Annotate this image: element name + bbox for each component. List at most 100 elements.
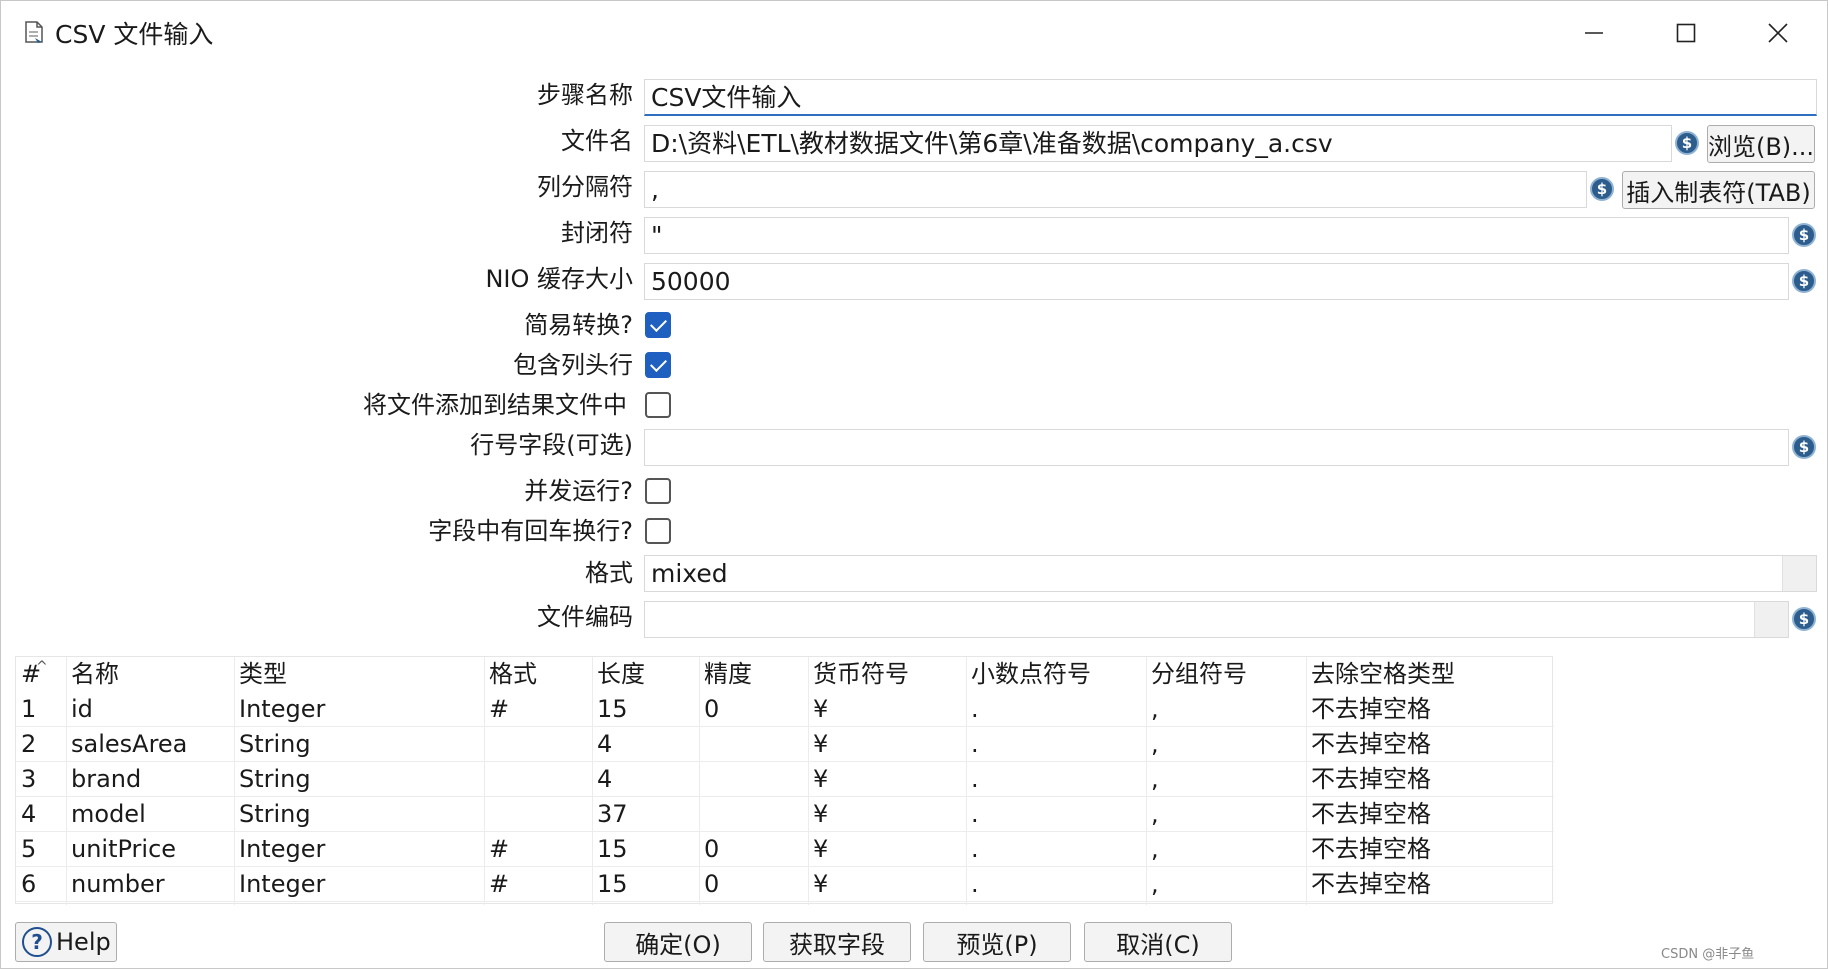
filename-input[interactable]: D:\资料\ETL\教材数据文件\第6章\准备数据\company_a.csv: [644, 125, 1672, 162]
step-name-input[interactable]: CSV文件输入: [644, 79, 1817, 116]
cancel-button[interactable]: 取消(C): [1084, 922, 1232, 962]
table-cell[interactable]: 不去掉空格: [1306, 692, 1431, 726]
ok-button[interactable]: 确定(O): [604, 922, 752, 962]
table-cell[interactable]: 0: [699, 867, 719, 901]
minimize-icon: [1585, 32, 1603, 34]
table-cell[interactable]: .: [966, 797, 979, 831]
table-cell[interactable]: .: [966, 692, 979, 726]
format-select[interactable]: mixed: [644, 555, 1817, 592]
row-number[interactable]: 3: [16, 762, 36, 796]
table-cell[interactable]: brand: [66, 762, 141, 796]
table-cell[interactable]: String: [234, 762, 311, 796]
minimize-button[interactable]: [1549, 5, 1639, 61]
row-number[interactable]: 1: [16, 692, 36, 726]
column-header[interactable]: #: [16, 657, 41, 691]
newline-in-field-checkbox[interactable]: [645, 518, 671, 544]
filename-label: 文件名: [561, 127, 633, 155]
table-cell[interactable]: ,: [1146, 832, 1159, 866]
encoding-select[interactable]: [644, 601, 1789, 638]
table-cell[interactable]: 37: [592, 797, 628, 831]
enclosure-input[interactable]: ": [644, 217, 1789, 254]
variable-icon[interactable]: $: [1675, 131, 1699, 155]
column-header[interactable]: 格式: [484, 657, 537, 691]
variable-icon[interactable]: $: [1792, 607, 1816, 631]
table-cell[interactable]: 不去掉空格: [1306, 797, 1431, 831]
column-header[interactable]: 分组符号: [1146, 657, 1247, 691]
column-header[interactable]: 长度: [592, 657, 645, 691]
column-header[interactable]: 精度: [699, 657, 752, 691]
table-cell[interactable]: ,: [1146, 692, 1159, 726]
table-cell[interactable]: ¥: [808, 867, 828, 901]
table-cell[interactable]: unitPrice: [66, 832, 176, 866]
fields-table[interactable]: ^ # 名称 类型 格式 长度 精度 货币符号 小数点符号 分组符号 去除空格类型 1 id Integ…: [15, 656, 1554, 905]
table-cell[interactable]: String: [234, 727, 311, 761]
column-header[interactable]: 类型: [234, 657, 287, 691]
row-num-field-input[interactable]: [644, 429, 1789, 466]
close-icon: [1768, 23, 1788, 43]
table-cell[interactable]: 0: [699, 692, 719, 726]
parallel-checkbox[interactable]: [645, 478, 671, 504]
table-cell[interactable]: ,: [1146, 867, 1159, 901]
table-cell[interactable]: ¥: [808, 692, 828, 726]
table-cell[interactable]: id: [66, 692, 93, 726]
table-cell[interactable]: .: [966, 867, 979, 901]
column-header[interactable]: 货币符号: [808, 657, 909, 691]
header-row-checkbox[interactable]: [645, 352, 671, 378]
variable-icon[interactable]: $: [1792, 223, 1816, 247]
table-cell[interactable]: number: [66, 867, 165, 901]
row-number[interactable]: 4: [16, 797, 36, 831]
row-number[interactable]: 6: [16, 867, 36, 901]
table-cell[interactable]: .: [966, 762, 979, 796]
table-cell[interactable]: 不去掉空格: [1306, 727, 1431, 761]
encoding-dropdown-button[interactable]: [1754, 602, 1788, 637]
variable-icon[interactable]: $: [1590, 177, 1614, 201]
table-cell[interactable]: ¥: [808, 797, 828, 831]
table-cell[interactable]: 不去掉空格: [1306, 867, 1431, 901]
table-cell[interactable]: ¥: [808, 762, 828, 796]
table-cell[interactable]: ,: [1146, 797, 1159, 831]
delimiter-input[interactable]: ,: [644, 171, 1587, 208]
variable-icon[interactable]: $: [1792, 435, 1816, 459]
column-header[interactable]: 去除空格类型: [1306, 657, 1455, 691]
table-cell[interactable]: Integer: [234, 692, 325, 726]
close-button[interactable]: [1733, 5, 1823, 61]
row-num-field-label: 行号字段(可选): [470, 431, 633, 459]
table-cell[interactable]: 不去掉空格: [1306, 832, 1431, 866]
table-cell[interactable]: #: [484, 832, 509, 866]
table-cell[interactable]: ,: [1146, 727, 1159, 761]
table-cell[interactable]: ¥: [808, 832, 828, 866]
table-cell[interactable]: #: [484, 692, 509, 726]
lazy-conversion-checkbox[interactable]: [645, 312, 671, 338]
table-cell[interactable]: .: [966, 727, 979, 761]
table-cell[interactable]: ¥: [808, 727, 828, 761]
table-cell[interactable]: 4: [592, 727, 612, 761]
add-to-result-checkbox[interactable]: [645, 392, 671, 418]
table-cell[interactable]: #: [484, 867, 509, 901]
table-cell[interactable]: 15: [592, 867, 628, 901]
column-header[interactable]: 名称: [66, 657, 119, 691]
get-fields-button[interactable]: 获取字段: [763, 922, 911, 962]
preview-button[interactable]: 预览(P): [923, 922, 1071, 962]
table-cell[interactable]: Integer: [234, 832, 325, 866]
table-cell[interactable]: .: [966, 832, 979, 866]
column-header[interactable]: 小数点符号: [966, 657, 1091, 691]
table-cell[interactable]: model: [66, 797, 146, 831]
browse-button[interactable]: 浏览(B)...: [1707, 125, 1815, 163]
row-number[interactable]: 5: [16, 832, 36, 866]
format-dropdown-button[interactable]: [1782, 556, 1816, 591]
table-cell[interactable]: 0: [699, 832, 719, 866]
maximize-button[interactable]: [1641, 5, 1731, 61]
insert-tab-button[interactable]: 插入制表符(TAB): [1622, 171, 1815, 209]
table-cell[interactable]: 不去掉空格: [1306, 762, 1431, 796]
nio-buffer-input[interactable]: 50000: [644, 263, 1789, 300]
table-cell[interactable]: Integer: [234, 867, 325, 901]
table-cell[interactable]: 4: [592, 762, 612, 796]
table-cell[interactable]: String: [234, 797, 311, 831]
row-number[interactable]: 2: [16, 727, 36, 761]
table-cell[interactable]: 15: [592, 692, 628, 726]
help-button[interactable]: ? Help: [15, 922, 117, 962]
table-cell[interactable]: ,: [1146, 762, 1159, 796]
table-cell[interactable]: salesArea: [66, 727, 187, 761]
variable-icon[interactable]: $: [1792, 269, 1816, 293]
table-cell[interactable]: 15: [592, 832, 628, 866]
